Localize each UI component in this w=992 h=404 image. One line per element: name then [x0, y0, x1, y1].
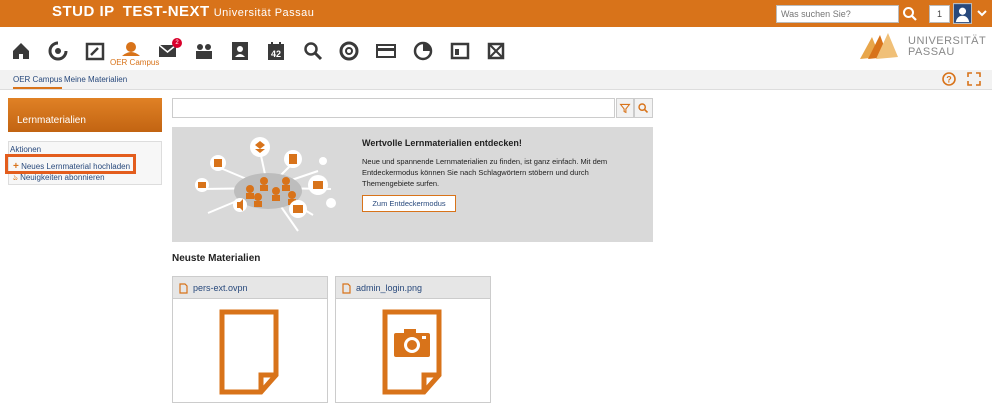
- card-icon[interactable]: [375, 40, 397, 62]
- material-card-title[interactable]: admin_login.png: [356, 283, 422, 293]
- sidebar-section-title: Aktionen: [10, 145, 42, 154]
- lifebuoy-icon[interactable]: [338, 40, 360, 62]
- banner-title: Wertvolle Lernmaterialien entdecken!: [362, 138, 522, 148]
- admin-icon[interactable]: [449, 40, 471, 62]
- subscribe-news-label: Neuigkeiten abonnieren: [20, 173, 105, 182]
- discovery-network-illustration: [195, 137, 336, 232]
- avatar[interactable]: [953, 3, 972, 24]
- newest-materials-title: Neuste Materialien: [172, 253, 261, 264]
- sidebar-title: Lernmaterialien: [8, 98, 162, 132]
- material-search-input[interactable]: [172, 98, 615, 118]
- community-icon[interactable]: [193, 40, 215, 62]
- rss-icon: ঌ: [13, 173, 18, 182]
- search-icon[interactable]: [900, 4, 920, 24]
- global-search-input[interactable]: [776, 5, 899, 23]
- highlight-box: [5, 154, 136, 174]
- material-card-header: admin_login.png: [336, 277, 490, 299]
- filter-icon[interactable]: [616, 98, 634, 118]
- file-icon: [219, 309, 279, 395]
- top-bar: STUD IP TEST-NEXTUniversität Passau 1: [0, 0, 992, 27]
- instance-name: TEST-NEXT: [122, 3, 210, 20]
- logo-line-2: PASSAU: [908, 46, 955, 58]
- image-file-icon: [382, 309, 442, 395]
- activity-icon[interactable]: [47, 40, 69, 62]
- stats-icon[interactable]: [412, 40, 434, 62]
- svg-text:?: ?: [946, 75, 952, 85]
- chevron-down-icon[interactable]: [975, 6, 989, 20]
- home-icon[interactable]: [10, 40, 32, 62]
- messages-badge: 2: [172, 38, 182, 48]
- oer-campus-icon[interactable]: [120, 38, 142, 60]
- banner-text: Neue und spannende Lernmaterialien zu fi…: [362, 157, 608, 188]
- university-name: Universität Passau: [213, 7, 315, 19]
- material-card[interactable]: admin_login.png: [335, 276, 491, 403]
- sub-navigation: [0, 70, 992, 90]
- discovery-mode-button[interactable]: Zum Entdeckermodus: [362, 195, 456, 212]
- search-icon[interactable]: [302, 40, 324, 62]
- file-icon: [179, 283, 188, 294]
- courses-icon[interactable]: [84, 40, 106, 62]
- nav-active-label: OER Campus: [110, 58, 160, 67]
- brand-logo[interactable]: STUD IP TEST-NEXT Universität Passau: [52, 3, 314, 20]
- file-icon: [342, 283, 351, 294]
- tab-oer-campus[interactable]: OER Campus: [13, 75, 63, 89]
- material-card[interactable]: pers-ext.ovpn: [172, 276, 328, 403]
- university-logo-text: UNIVERSITÄT PASSAU: [908, 36, 986, 58]
- profile-icon[interactable]: [229, 40, 251, 62]
- fullscreen-icon[interactable]: [967, 72, 981, 86]
- notification-count[interactable]: 1: [929, 5, 950, 23]
- calendar-day: 42: [270, 49, 281, 59]
- tools-icon[interactable]: [485, 40, 507, 62]
- help-icon[interactable]: ?: [942, 72, 956, 86]
- search-icon[interactable]: [634, 98, 653, 118]
- material-card-header: pers-ext.ovpn: [173, 277, 327, 299]
- tab-meine-materialien[interactable]: Meine Materialien: [64, 75, 127, 84]
- brand-name: STUD IP: [52, 3, 115, 20]
- material-card-title[interactable]: pers-ext.ovpn: [193, 283, 248, 293]
